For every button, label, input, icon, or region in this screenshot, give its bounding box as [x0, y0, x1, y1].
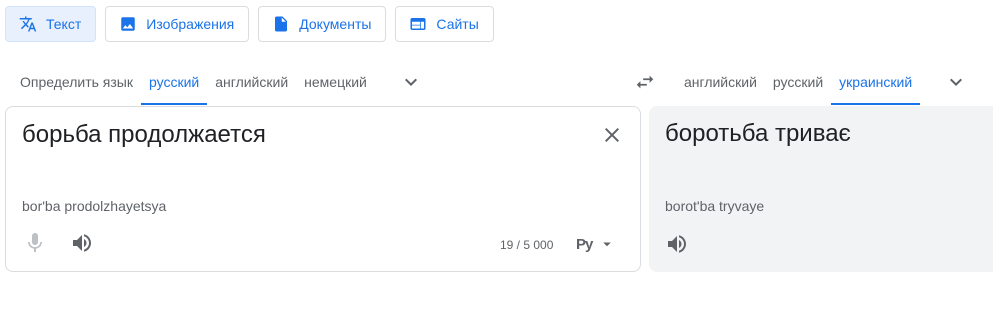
translation-panel: боротьба триває borot'ba tryvaye: [649, 106, 993, 272]
source-more-languages-button[interactable]: [391, 59, 431, 105]
keyboard-layout-label: Ру: [576, 235, 593, 253]
source-lang-russian[interactable]: русский: [141, 59, 208, 105]
character-counter: 19 / 5 000: [500, 238, 554, 252]
input-tools-button[interactable]: Ру: [576, 235, 616, 253]
target-more-languages-button[interactable]: [936, 59, 976, 105]
document-icon: [271, 14, 291, 34]
dropdown-arrow-icon: [603, 242, 612, 247]
source-lang-detect[interactable]: Определить язык: [12, 59, 141, 105]
source-language-bar: Определить язык русский английский немец…: [12, 59, 431, 105]
clear-source-button[interactable]: [600, 123, 624, 147]
mode-websites-label: Сайты: [436, 16, 479, 32]
mode-documents-label: Документы: [299, 16, 372, 32]
translate-icon: [18, 14, 38, 34]
swap-arrows-icon: [636, 75, 654, 89]
translation-listen-button[interactable]: [665, 232, 689, 256]
chevron-down-icon: [950, 78, 963, 86]
source-lang-english[interactable]: английский: [207, 59, 296, 105]
close-icon: [605, 128, 619, 142]
translation-text: боротьба триває: [665, 120, 851, 147]
mode-text-button[interactable]: Текст: [5, 6, 97, 42]
microphone-icon: [28, 233, 42, 252]
speaker-icon: [668, 235, 686, 253]
mode-text-label: Текст: [46, 16, 82, 32]
mode-images-label: Изображения: [146, 16, 235, 32]
source-listen-button[interactable]: [70, 231, 94, 255]
translation-transliteration: borot'ba tryvaye: [665, 198, 765, 214]
speaker-icon: [73, 234, 91, 252]
source-transliteration: bor'ba prodolzhayetsya: [22, 198, 167, 214]
swap-languages-button[interactable]: [630, 70, 660, 94]
source-lang-german[interactable]: немецкий: [296, 59, 375, 105]
image-icon: [118, 14, 138, 34]
mode-documents-button[interactable]: Документы: [258, 6, 387, 42]
target-lang-english[interactable]: английский: [676, 59, 765, 105]
target-lang-russian[interactable]: русский: [765, 59, 831, 105]
target-lang-ukrainian[interactable]: украинский: [831, 59, 921, 105]
chevron-down-icon: [404, 78, 417, 86]
voice-input-button[interactable]: [23, 231, 47, 255]
mode-selector: Текст Изображения Документы Сайты: [5, 6, 494, 42]
mode-websites-button[interactable]: Сайты: [395, 6, 494, 42]
website-icon: [408, 14, 428, 34]
target-language-bar: английский русский украинский: [676, 59, 976, 105]
source-text-panel: борьба продолжается bor'ba prodolzhayets…: [5, 106, 641, 272]
source-text-input[interactable]: борьба продолжается: [22, 121, 266, 149]
mode-images-button[interactable]: Изображения: [105, 6, 250, 42]
